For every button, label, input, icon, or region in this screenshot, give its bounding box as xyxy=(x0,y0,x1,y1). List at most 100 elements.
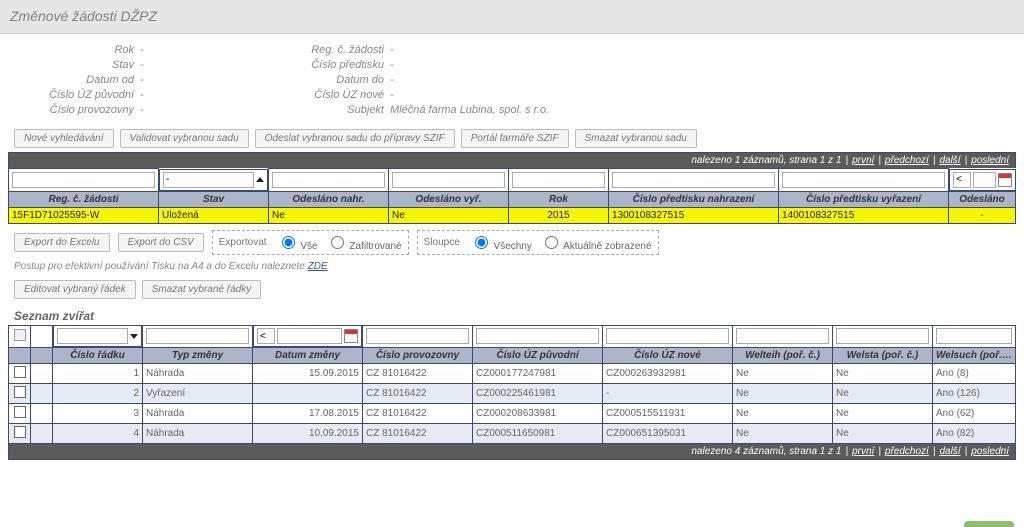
sort-asc-icon[interactable] xyxy=(256,177,264,182)
g1-c7: - xyxy=(949,207,1016,223)
value-reg: - xyxy=(390,44,520,56)
g2-h10[interactable]: Welsuch (poř. č.) xyxy=(933,348,1016,364)
filter-predt-nahr[interactable] xyxy=(609,169,779,192)
export-legend: Exportovat xyxy=(219,237,267,248)
label-reg: Reg. č. žádosti xyxy=(270,44,390,56)
cols-opt-aktualne[interactable]: Aktuálně zobrazené xyxy=(540,233,652,252)
col-odesl-vyr[interactable]: Odesláno vyř. xyxy=(389,191,509,207)
pager2-first[interactable]: první xyxy=(852,446,874,457)
filter-rok[interactable] xyxy=(509,169,609,192)
pager1-prev[interactable]: předchozí xyxy=(885,155,929,166)
col-reg[interactable]: Reg. č. žádosti xyxy=(9,191,159,207)
smazat-radky-button[interactable]: Smazat vybrané řádky xyxy=(142,280,262,299)
label-datum-od: Datum od xyxy=(20,74,140,86)
g1-c3: Ne xyxy=(389,207,509,223)
g2-h8[interactable]: Welteih (poř. č.) xyxy=(733,348,833,364)
pager1-last[interactable]: poslední xyxy=(971,155,1009,166)
validovat-sadu-button[interactable]: Validovat vybranou sadu xyxy=(120,129,249,148)
g2-h9[interactable]: Welsta (poř. č.) xyxy=(833,348,933,364)
pager-bar-2: nalezeno 4 záznamů, strana 1 z 1 | první… xyxy=(8,444,1016,460)
value-subjekt: Mléčná farma Lubina, spol. s r.o. xyxy=(390,104,650,116)
g2-h5[interactable]: Číslo provozovny xyxy=(363,348,473,364)
pager2-next[interactable]: další xyxy=(939,446,960,457)
filter-odesl-vyr[interactable] xyxy=(389,169,509,192)
cols-opt-vsechny[interactable]: Všechny xyxy=(470,233,532,252)
g1-c0: 15F1D71025595-W xyxy=(9,207,159,223)
smazat-sadu-button[interactable]: Smazat vybranou sadu xyxy=(575,129,697,148)
g2-h2[interactable]: Číslo řádku xyxy=(53,348,143,364)
g2-filter-typ[interactable] xyxy=(143,325,253,348)
value-cprov: - xyxy=(140,104,270,116)
g2-filter-uzn[interactable] xyxy=(603,325,733,348)
export-opt-zafiltrovane[interactable]: Zafiltrované xyxy=(326,233,402,252)
nove-vyhledavani-button[interactable]: Nové vyhledávání xyxy=(14,129,114,148)
g2-h6[interactable]: Číslo ÚZ původní xyxy=(473,348,603,364)
pager1-first[interactable]: první xyxy=(852,155,874,166)
bottom-tab[interactable] xyxy=(964,521,1014,527)
g2-filter-welsuch[interactable] xyxy=(933,325,1016,348)
portal-szif-button[interactable]: Portál farmáře SZIF xyxy=(461,129,569,148)
col-predt-nahr[interactable]: Číslo předtisku nahrazení xyxy=(609,191,779,207)
calendar-icon[interactable] xyxy=(998,173,1012,187)
label-cuz-nove: Číslo ÚZ nové xyxy=(270,89,390,101)
filter-reg[interactable] xyxy=(9,169,159,192)
g2-row-4[interactable]: 4 Náhrada 10.09.2015 CZ 81016422 CZ00051… xyxy=(9,424,1016,444)
filter-odesl-nahr[interactable] xyxy=(269,169,389,192)
g2-filter-datum[interactable] xyxy=(253,325,362,347)
g2-row-1[interactable]: 1 Náhrada 15.09.2015 CZ 81016422 CZ00017… xyxy=(9,364,1016,384)
export-row: Export do Excelu Export do CSV Exportova… xyxy=(0,224,1024,261)
export-filter-fieldset: Exportovat Vše Zafiltrované xyxy=(212,230,409,255)
g2-filter-uzp[interactable] xyxy=(473,325,603,348)
filter-predt-vyr[interactable] xyxy=(779,169,949,192)
label-cprov: Číslo provozovny xyxy=(20,104,140,116)
g2-filter-prov[interactable] xyxy=(363,325,473,348)
g2-h3[interactable]: Typ změny xyxy=(143,348,253,364)
pager-bar-1: nalezeno 1 záznamů, strana 1 z 1 | první… xyxy=(8,152,1016,168)
label-rok: Rok xyxy=(20,44,140,56)
section-seznam-zvirat: Seznam zvířat xyxy=(0,303,1024,325)
value-cuz-nove: - xyxy=(390,89,520,101)
grid-requests: Reg. č. žádosti Stav Odesláno nahr. Odes… xyxy=(8,168,1016,224)
value-stav: - xyxy=(140,59,270,71)
note-link[interactable]: ZDE xyxy=(308,261,328,272)
g2-row-3[interactable]: 3 Náhrada 17.08.2015 CZ 81016422 CZ00020… xyxy=(9,404,1016,424)
g2-filter-chk xyxy=(31,325,53,348)
g2-filter-edit[interactable] xyxy=(9,325,31,348)
g2-h7[interactable]: Číslo ÚZ nové xyxy=(603,348,733,364)
g2-filter-welteih[interactable] xyxy=(733,325,833,348)
export-excel-button[interactable]: Export do Excelu xyxy=(14,233,110,252)
sort-desc-icon[interactable] xyxy=(130,334,138,339)
row-checkbox[interactable] xyxy=(14,406,26,418)
g2-row-2[interactable]: 2 Vyřazení CZ 81016422 CZ000225461981 - … xyxy=(9,384,1016,404)
col-odeslano[interactable]: Odesláno xyxy=(949,191,1016,207)
edit-icon[interactable] xyxy=(14,329,26,341)
g2-h4[interactable]: Datum změny xyxy=(253,348,363,364)
col-odesl-nahr[interactable]: Odesláno nahr. xyxy=(269,191,389,207)
value-cuz-puv: - xyxy=(140,89,270,101)
g2-h1 xyxy=(31,348,53,364)
filter-stav[interactable] xyxy=(159,169,268,191)
filter-odeslano[interactable] xyxy=(949,169,1016,191)
editovat-radek-button[interactable]: Editovat vybraný řádek xyxy=(14,280,136,299)
export-csv-button[interactable]: Export do CSV xyxy=(118,233,204,252)
g2-filter-welsta[interactable] xyxy=(833,325,933,348)
odeslat-sadu-button[interactable]: Odeslat vybranou sadu do přípravy SZIF xyxy=(255,129,455,148)
col-rok[interactable]: Rok xyxy=(509,191,609,207)
g2-filter-radek[interactable] xyxy=(53,325,142,347)
pager2-last[interactable]: poslední xyxy=(971,446,1009,457)
g1-c1: Uložená xyxy=(159,207,269,223)
export-opt-vse[interactable]: Vše xyxy=(277,233,318,252)
row-checkbox[interactable] xyxy=(14,386,26,398)
value-datum-do: - xyxy=(390,74,520,86)
col-predt-vyr[interactable]: Číslo předtisku vyřazení xyxy=(779,191,949,207)
calendar-icon-2[interactable] xyxy=(344,329,358,343)
pager1-next[interactable]: další xyxy=(939,155,960,166)
grid1-row-selected[interactable]: 15F1D71025595-W Uložená Ne Ne 2015 13001… xyxy=(9,207,1016,223)
col-stav[interactable]: Stav xyxy=(159,191,269,207)
g1-c4: 2015 xyxy=(509,207,609,223)
row-checkbox[interactable] xyxy=(14,426,26,438)
label-cuz-puv: Číslo ÚZ původní xyxy=(20,89,140,101)
label-subjekt: Subjekt xyxy=(270,104,390,116)
pager2-prev[interactable]: předchozí xyxy=(885,446,929,457)
row-checkbox[interactable] xyxy=(14,366,26,378)
